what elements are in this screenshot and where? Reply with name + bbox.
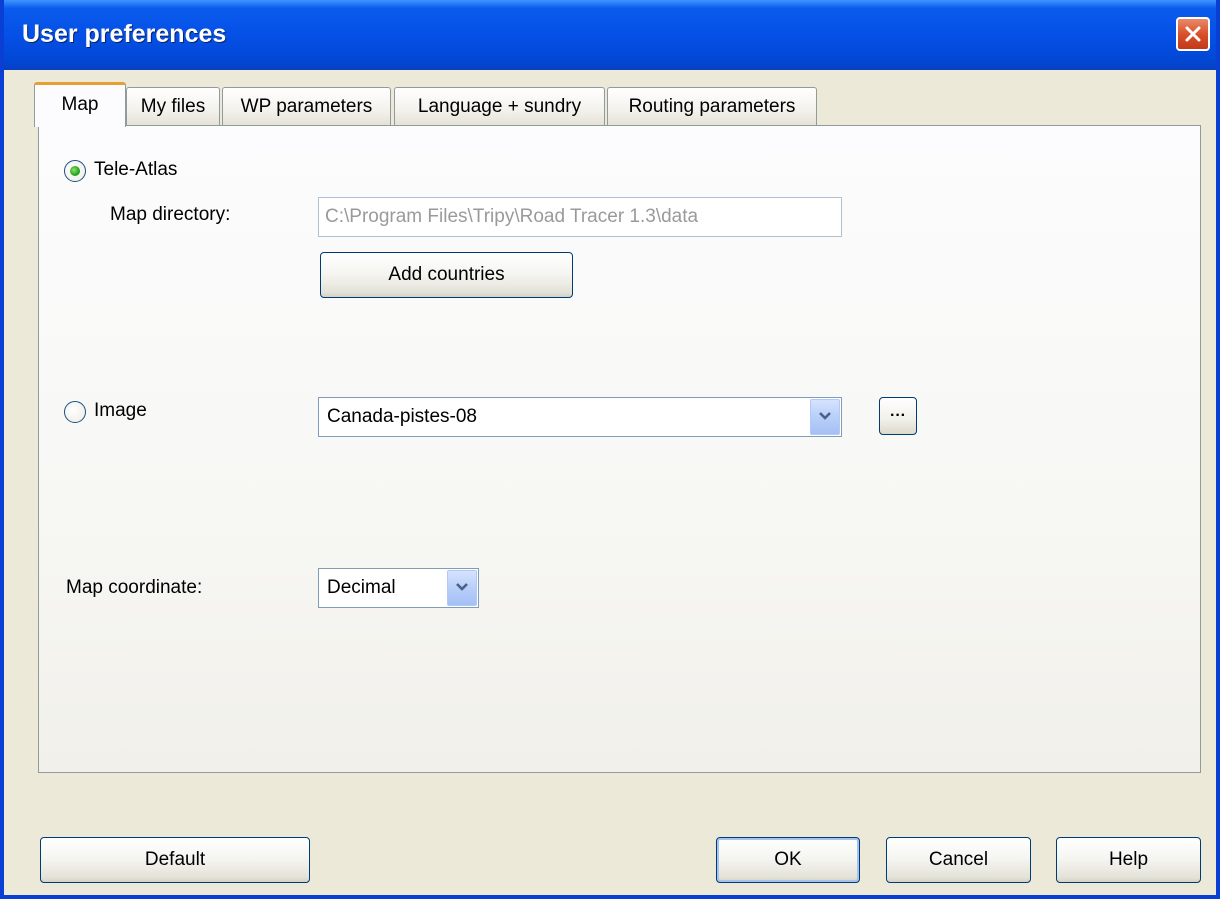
ok-button-label: OK	[774, 849, 802, 870]
ok-button[interactable]: OK	[716, 837, 860, 883]
tab-routing-parameters-label: Routing parameters	[628, 95, 796, 117]
help-button-label: Help	[1108, 849, 1149, 870]
chevron-down-icon	[817, 406, 833, 428]
add-countries-button[interactable]: Add countries	[320, 252, 573, 298]
tab-routing-parameters[interactable]: Routing parameters	[607, 87, 817, 125]
close-icon	[1183, 24, 1203, 44]
default-button-label: Default	[144, 849, 206, 870]
window-title: User preferences	[22, 20, 227, 48]
image-select[interactable]: Canada-pistes-08	[318, 397, 842, 437]
tab-wp-parameters-label: WP parameters	[240, 95, 373, 117]
map-coordinate-label: Map coordinate:	[66, 577, 203, 598]
tab-map-label: Map	[61, 94, 99, 115]
image-radio[interactable]	[64, 401, 86, 423]
user-preferences-dialog: User preferences Map My files WP paramet…	[0, 0, 1220, 899]
title-bar[interactable]: User preferences	[4, 0, 1216, 70]
chevron-down-icon	[454, 577, 470, 599]
image-label: Image	[94, 400, 147, 421]
tab-wp-parameters[interactable]: WP parameters	[222, 87, 391, 125]
browse-image-button[interactable]: ···	[879, 397, 917, 435]
tab-language-sundry-label: Language + sundry	[417, 95, 582, 117]
cancel-button[interactable]: Cancel	[886, 837, 1031, 883]
close-button[interactable]	[1176, 17, 1210, 51]
tab-map[interactable]: Map	[34, 82, 126, 127]
image-select-dropdown-button[interactable]	[810, 399, 840, 435]
tele-atlas-radio[interactable]	[64, 160, 86, 182]
map-directory-label: Map directory:	[110, 204, 231, 225]
default-button[interactable]: Default	[40, 837, 310, 883]
tab-language-sundry[interactable]: Language + sundry	[394, 87, 605, 125]
radio-selected-dot	[70, 166, 80, 176]
tab-my-files[interactable]: My files	[126, 87, 220, 125]
map-directory-field[interactable]: C:\Program Files\Tripy\Road Tracer 1.3\d…	[318, 197, 842, 237]
help-button[interactable]: Help	[1056, 837, 1201, 883]
map-coordinate-dropdown-button[interactable]	[447, 570, 477, 606]
tab-my-files-label: My files	[140, 95, 206, 117]
browse-image-label: ···	[890, 407, 906, 424]
image-select-value: Canada-pistes-08	[327, 406, 477, 427]
add-countries-label: Add countries	[388, 264, 505, 285]
tele-atlas-label: Tele-Atlas	[94, 159, 178, 180]
cancel-button-label: Cancel	[928, 849, 989, 870]
map-coordinate-select[interactable]: Decimal	[318, 568, 479, 608]
map-coordinate-value: Decimal	[327, 577, 396, 598]
